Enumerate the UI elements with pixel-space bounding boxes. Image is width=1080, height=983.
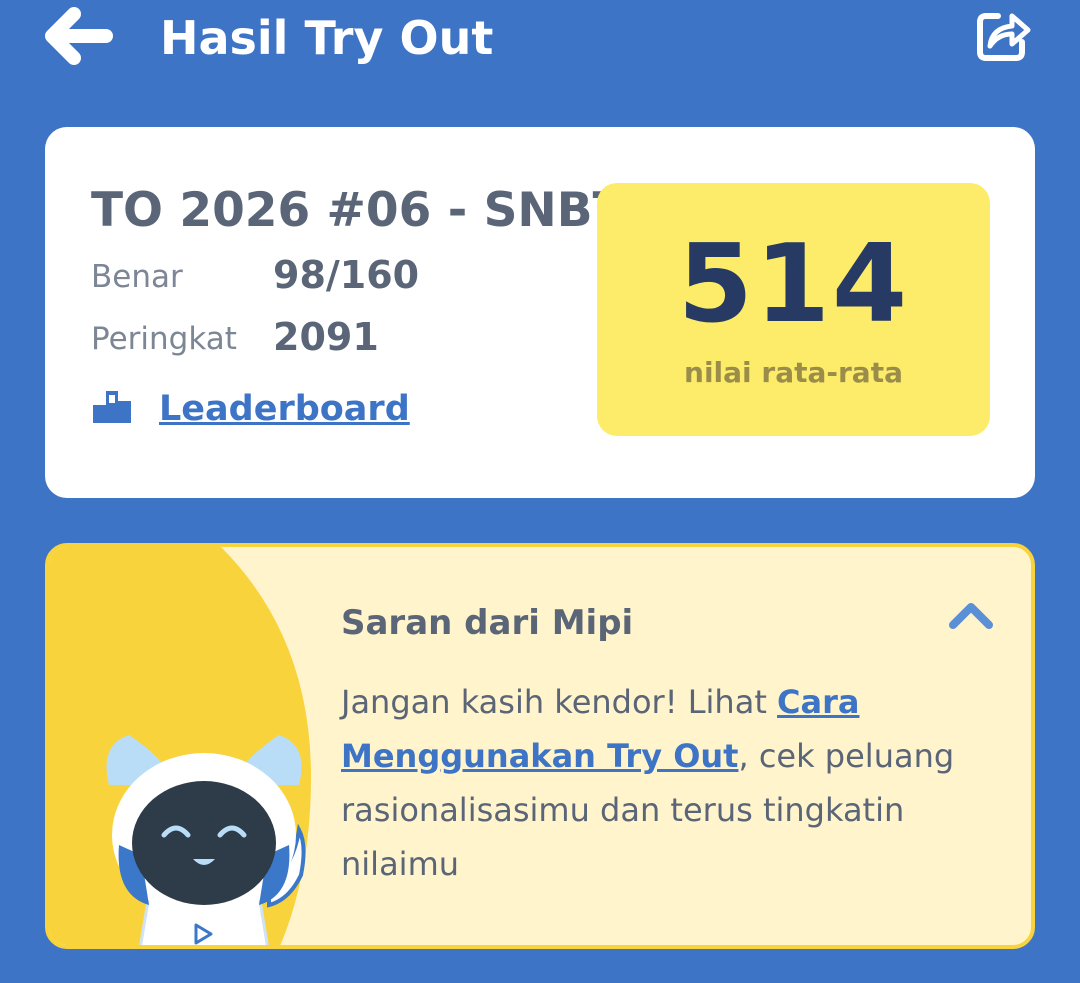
score-box: 514 nilai rata-rata [597, 183, 990, 436]
mipi-robot-mascot [106, 735, 306, 945]
score-value: 514 [677, 222, 910, 347]
app-header: Hasil Try Out [0, 0, 1080, 90]
tip-title: Saran dari Mipi [341, 603, 634, 643]
score-label: nilai rata-rata [684, 356, 903, 389]
share-button[interactable] [974, 6, 1032, 64]
back-button[interactable] [44, 6, 114, 66]
share-icon [977, 13, 1031, 61]
peringkat-value: 2091 [273, 315, 379, 359]
chevron-up-icon [949, 603, 993, 629]
leaderboard-link[interactable]: Leaderboard [159, 387, 410, 431]
page-title: Hasil Try Out [160, 11, 494, 65]
benar-value: 98/160 [273, 253, 420, 297]
tip-card: Saran dari Mipi Jangan kasih kendor! Lih… [45, 543, 1035, 949]
arrow-left-icon [45, 7, 113, 65]
tip-text-start: Jangan kasih kendor! Lihat [341, 683, 778, 721]
result-card: TO 2026 #06 - SNBT Benar 98/160 Peringka… [45, 127, 1035, 498]
peringkat-label: Peringkat [91, 321, 237, 357]
benar-label: Benar [91, 259, 183, 295]
exam-title: TO 2026 #06 - SNBT [91, 183, 625, 238]
tip-text: Jangan kasih kendor! Lihat Cara Mengguna… [341, 675, 1001, 891]
podium-icon [93, 391, 131, 423]
collapse-button[interactable] [945, 597, 997, 633]
